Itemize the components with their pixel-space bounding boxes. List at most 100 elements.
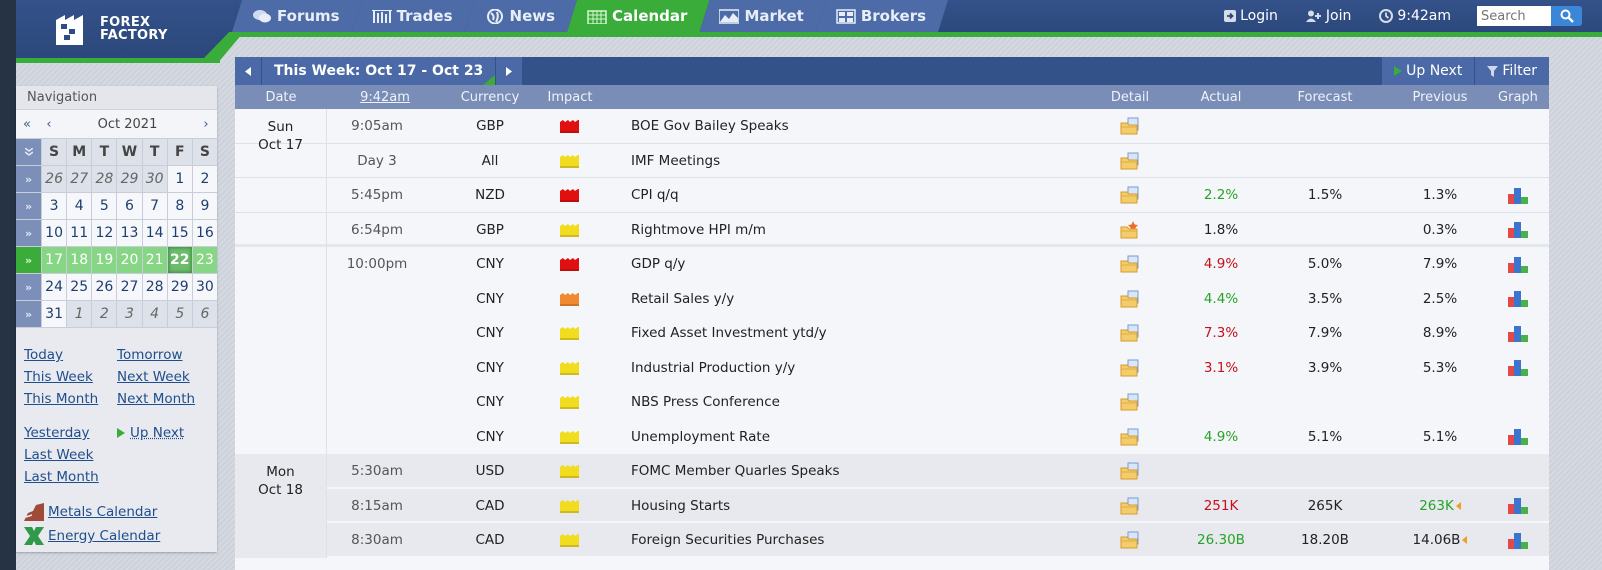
link-last-month[interactable]: Last Month bbox=[24, 469, 117, 485]
calendar-day[interactable]: 12 bbox=[92, 220, 117, 246]
link-this-month[interactable]: This Month bbox=[24, 391, 117, 407]
event-graph-button[interactable] bbox=[1503, 247, 1533, 281]
event-detail-button[interactable] bbox=[1115, 282, 1145, 316]
nav-tab-calendar[interactable]: Calendar bbox=[567, 0, 709, 32]
event-row[interactable]: 5:45pm NZD CPI q/q 2.2% 1.5% 1.3% bbox=[235, 178, 1549, 213]
event-title[interactable]: Rightmove HPI m/m bbox=[631, 213, 1091, 247]
event-row[interactable]: CNY Fixed Asset Investment ytd/y 7.3% 7.9% 8… bbox=[235, 316, 1549, 351]
link-metals-calendar[interactable]: Metals Calendar bbox=[48, 504, 157, 520]
event-graph-button[interactable] bbox=[1503, 420, 1533, 454]
next-month-button[interactable]: › bbox=[195, 117, 217, 132]
event-graph-button[interactable] bbox=[1503, 282, 1533, 316]
calendar-day[interactable]: 4 bbox=[67, 193, 92, 219]
event-row[interactable]: CNY NBS Press Conference bbox=[235, 385, 1549, 420]
event-detail-button[interactable] bbox=[1115, 316, 1145, 350]
event-graph-button[interactable] bbox=[1503, 489, 1533, 523]
event-title[interactable]: NBS Press Conference bbox=[631, 385, 1091, 419]
event-impact[interactable] bbox=[557, 351, 581, 385]
calendar-day[interactable]: 31 bbox=[42, 301, 67, 327]
nav-tab-brokers[interactable]: Brokers bbox=[816, 0, 948, 32]
calendar-day[interactable]: 27 bbox=[117, 274, 142, 300]
event-title[interactable]: FOMC Member Quarles Speaks bbox=[631, 454, 1091, 488]
event-title[interactable]: Foreign Securities Purchases bbox=[631, 523, 1091, 557]
prev-year-button[interactable]: « bbox=[16, 117, 38, 132]
link-up-next[interactable]: Up Next bbox=[130, 425, 184, 441]
calendar-day[interactable]: 11 bbox=[67, 220, 92, 246]
search-input[interactable] bbox=[1477, 6, 1551, 26]
login-link[interactable]: Login bbox=[1210, 0, 1292, 32]
site-logo[interactable]: FOREX FACTORY bbox=[56, 12, 168, 45]
link-last-week[interactable]: Last Week bbox=[24, 447, 117, 463]
calendar-day[interactable]: 8 bbox=[167, 193, 192, 219]
event-title[interactable]: BOE Gov Bailey Speaks bbox=[631, 109, 1091, 143]
event-detail-button[interactable] bbox=[1115, 385, 1145, 419]
calendar-day[interactable]: 14 bbox=[142, 220, 167, 246]
col-time[interactable]: 9:42am bbox=[335, 90, 435, 105]
calendar-day[interactable]: 1 bbox=[67, 301, 92, 327]
week-select-button[interactable]: » bbox=[16, 220, 41, 246]
calendar-day[interactable]: 29 bbox=[167, 274, 192, 300]
calendar-day[interactable]: 10 bbox=[42, 220, 67, 246]
prev-week-button[interactable] bbox=[235, 57, 261, 85]
calendar-day[interactable]: 25 bbox=[67, 274, 92, 300]
calendar-day[interactable]: 19 bbox=[92, 247, 117, 273]
event-detail-button[interactable] bbox=[1115, 109, 1145, 143]
calendar-day[interactable]: 21 bbox=[142, 247, 167, 273]
calendar-day[interactable]: 28 bbox=[142, 274, 167, 300]
event-impact[interactable] bbox=[557, 213, 581, 247]
calendar-day[interactable]: 5 bbox=[167, 301, 192, 327]
event-title[interactable]: Unemployment Rate bbox=[631, 420, 1091, 454]
event-row[interactable]: 10:00pm CNY GDP q/y 4.9% 5.0% 7.9% bbox=[235, 247, 1549, 282]
next-week-button[interactable] bbox=[496, 57, 523, 85]
event-graph-button[interactable] bbox=[1503, 351, 1533, 385]
calendar-day[interactable]: 29 bbox=[117, 166, 142, 192]
event-title[interactable]: Retail Sales y/y bbox=[631, 282, 1091, 316]
calendar-day[interactable]: 6 bbox=[192, 301, 217, 327]
toggle-weeks-button[interactable] bbox=[16, 139, 41, 165]
calendar-day[interactable]: 5 bbox=[92, 193, 117, 219]
event-row[interactable]: 5:30am USD FOMC Member Quarles Speaks bbox=[235, 454, 1549, 489]
calendar-day[interactable]: 27 bbox=[67, 166, 92, 192]
event-row[interactable]: 8:15am CAD Housing Starts 251K 265K 263K bbox=[235, 488, 1549, 523]
calendar-day[interactable]: 1 bbox=[167, 166, 192, 192]
calendar-day[interactable]: 16 bbox=[192, 220, 217, 246]
event-impact[interactable] bbox=[557, 489, 581, 523]
event-impact[interactable] bbox=[557, 523, 581, 557]
calendar-day[interactable]: 9 bbox=[192, 193, 217, 219]
calendar-day[interactable]: 24 bbox=[42, 274, 67, 300]
calendar-day[interactable]: 26 bbox=[42, 166, 67, 192]
event-graph-button[interactable] bbox=[1503, 316, 1533, 350]
nav-tab-market[interactable]: Market bbox=[699, 0, 825, 32]
event-detail-button[interactable] bbox=[1115, 144, 1145, 178]
event-detail-button[interactable] bbox=[1115, 213, 1145, 247]
event-impact[interactable] bbox=[557, 454, 581, 488]
event-impact[interactable] bbox=[557, 316, 581, 350]
event-impact[interactable] bbox=[557, 282, 581, 316]
calendar-day[interactable]: 15 bbox=[167, 220, 192, 246]
event-graph-button[interactable] bbox=[1503, 178, 1533, 212]
event-detail-button[interactable] bbox=[1115, 489, 1145, 523]
week-select-button[interactable]: » bbox=[16, 247, 41, 273]
event-row[interactable]: 6:54pm GBP Rightmove HPI m/m 1.8% 0.3% bbox=[235, 213, 1549, 247]
link-next-week[interactable]: Next Week bbox=[117, 369, 190, 385]
revised-marker-icon[interactable] bbox=[1455, 501, 1461, 510]
week-select-button[interactable]: » bbox=[16, 301, 41, 327]
calendar-day[interactable]: 26 bbox=[92, 274, 117, 300]
link-tomorrow[interactable]: Tomorrow bbox=[117, 347, 183, 363]
week-select-button[interactable]: » bbox=[16, 193, 41, 219]
calendar-day[interactable]: 18 bbox=[67, 247, 92, 273]
event-detail-button[interactable] bbox=[1115, 420, 1145, 454]
nav-tab-trades[interactable]: Trades bbox=[352, 0, 475, 32]
event-impact[interactable] bbox=[557, 109, 581, 143]
event-row[interactable]: Day 3 All IMF Meetings bbox=[235, 144, 1549, 178]
event-title[interactable]: Housing Starts bbox=[631, 489, 1091, 523]
event-title[interactable]: Industrial Production y/y bbox=[631, 351, 1091, 385]
event-detail-button[interactable] bbox=[1115, 454, 1145, 488]
event-detail-button[interactable] bbox=[1115, 178, 1145, 212]
link-this-week[interactable]: This Week bbox=[24, 369, 117, 385]
event-impact[interactable] bbox=[557, 385, 581, 419]
calendar-day[interactable]: 4 bbox=[142, 301, 167, 327]
nav-tab-news[interactable]: News bbox=[465, 0, 578, 32]
up-next-button[interactable]: Up Next bbox=[1382, 57, 1475, 85]
calendar-day[interactable]: 6 bbox=[117, 193, 142, 219]
